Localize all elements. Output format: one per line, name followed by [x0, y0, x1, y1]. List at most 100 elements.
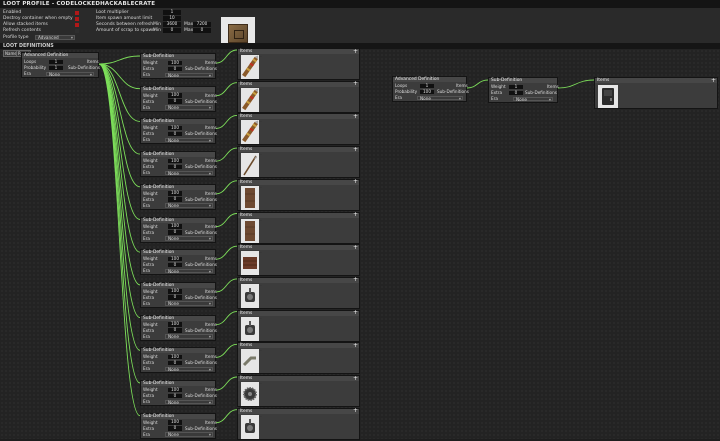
remove-item-icon[interactable]: –	[259, 315, 262, 321]
weight-input[interactable]: 100	[168, 420, 182, 425]
era-select[interactable]: None	[165, 170, 213, 176]
weight-input[interactable]: 100	[168, 387, 182, 392]
turret-icon[interactable]: –	[241, 282, 262, 308]
extra-input[interactable]: 0	[168, 66, 182, 71]
items-node[interactable]: Items + –	[237, 407, 360, 440]
era-select[interactable]: None	[165, 203, 213, 208]
refresh-min-input[interactable]: 3600	[163, 21, 181, 27]
destroy-when-empty-checkbox[interactable]	[75, 16, 79, 21]
probability-input[interactable]: 1	[49, 65, 63, 70]
add-item-icon[interactable]: +	[353, 408, 358, 414]
weight-input[interactable]: 1	[509, 84, 523, 89]
remove-item-icon[interactable]: –	[259, 152, 262, 158]
profile-type-select[interactable]: Advanced	[35, 35, 75, 40]
barricade-icon[interactable]: –	[241, 250, 262, 276]
items-node[interactable]: Items + –	[237, 342, 360, 375]
add-item-icon[interactable]: +	[353, 48, 358, 54]
add-item-icon[interactable]: +	[353, 146, 358, 152]
allow-stacked-checkbox[interactable]	[75, 22, 79, 27]
remove-item-icon[interactable]: –	[259, 413, 262, 419]
rocket-icon[interactable]: –	[241, 119, 262, 145]
extra-input[interactable]: 0	[168, 360, 182, 366]
weight-input[interactable]: 100	[168, 223, 182, 229]
remove-item-icon[interactable]: –	[259, 282, 262, 288]
era-select[interactable]: None	[165, 72, 213, 77]
loops-input[interactable]: 1	[49, 59, 63, 64]
probability-input[interactable]: 100	[420, 89, 434, 94]
sub-definition-node[interactable]: Sub-Definition Weight 100 Items Extra 0 …	[140, 412, 217, 439]
scrap-min-input[interactable]: 0	[163, 27, 181, 33]
extra-input[interactable]: 0	[168, 164, 182, 170]
era-select[interactable]: None	[165, 432, 213, 437]
era-select[interactable]: None	[513, 96, 553, 101]
extra-input[interactable]: 0	[168, 131, 182, 137]
remove-item-icon[interactable]: –	[259, 86, 262, 92]
weight-input[interactable]: 100	[168, 354, 182, 360]
items-node[interactable]: Items + –	[237, 244, 360, 277]
items-node[interactable]: Items + –	[237, 48, 360, 80]
remove-item-icon[interactable]: –	[259, 381, 262, 387]
rocket-icon[interactable]: –	[241, 86, 262, 112]
items-node[interactable]: Items + –	[237, 309, 360, 342]
extra-input[interactable]: 0	[168, 295, 182, 300]
extra-input[interactable]: 0	[168, 426, 182, 431]
add-item-icon[interactable]: +	[353, 277, 358, 283]
remove-item-icon[interactable]: –	[259, 250, 262, 256]
remove-item-icon[interactable]: –	[259, 54, 262, 60]
sub-definition-node[interactable]: Sub-Definition Weight 100 Items Extra 0 …	[140, 347, 217, 374]
items-node[interactable]: Items + –	[237, 113, 360, 146]
items-node-2[interactable]: Items +	[594, 77, 718, 109]
sub-definition-node[interactable]: Sub-Definition Weight 100 Items Extra 0 …	[140, 118, 217, 145]
extra-input[interactable]: 0	[168, 99, 182, 104]
weight-input[interactable]: 100	[168, 289, 182, 294]
sub-definition-node-2[interactable]: Sub-Definition Weight 1 Items Extra 0 Su…	[488, 77, 559, 103]
sub-definition-node[interactable]: Sub-Definition Weight 100 Items Extra 0 …	[140, 216, 217, 243]
gear-icon[interactable]: –	[241, 381, 262, 406]
weight-input[interactable]: 100	[168, 158, 182, 164]
add-item-icon[interactable]: +	[353, 244, 358, 250]
extra-input[interactable]: 0	[509, 90, 523, 95]
weight-input[interactable]: 100	[168, 93, 182, 98]
add-item-icon[interactable]: +	[353, 310, 358, 316]
era-select[interactable]: None	[165, 399, 213, 404]
advanced-definition-node-2[interactable]: Advanced Definition Loops 1 Items Probab…	[392, 76, 469, 102]
weight-input[interactable]: 100	[168, 256, 182, 262]
weight-input[interactable]: 100	[168, 60, 182, 65]
sub-definition-node[interactable]: Sub-Definition Weight 100 Items Extra 0 …	[140, 249, 217, 276]
extra-input[interactable]: 0	[168, 262, 182, 268]
add-item-icon[interactable]: +	[353, 212, 358, 218]
extra-input[interactable]: 0	[168, 197, 182, 202]
sub-definition-node[interactable]: Sub-Definition Weight 100 Items Extra 0 …	[140, 183, 217, 210]
wood-door-icon[interactable]: –	[241, 184, 262, 210]
armor-door-icon[interactable]	[598, 85, 618, 108]
era-select[interactable]: None	[165, 334, 213, 339]
era-select[interactable]: None	[165, 137, 213, 143]
wood-door-icon[interactable]: –	[241, 217, 262, 243]
add-item-icon[interactable]: +	[353, 342, 358, 348]
add-item-icon[interactable]: +	[353, 113, 358, 119]
sub-definition-node[interactable]: Sub-Definition Weight 100 Items Extra 0 …	[140, 314, 217, 341]
era-select[interactable]: None	[417, 95, 463, 100]
add-item-icon[interactable]: +	[711, 77, 716, 83]
weight-input[interactable]: 100	[168, 322, 182, 327]
loops-input[interactable]: 1	[420, 83, 434, 88]
remove-item-icon[interactable]: –	[259, 217, 262, 223]
root-advanced-definition-node[interactable]: Advanced Definition Loops 1 Probability …	[21, 52, 100, 78]
add-item-icon[interactable]: +	[353, 179, 358, 185]
items-node[interactable]: Items + –	[237, 276, 360, 309]
sub-definition-node[interactable]: Sub-Definition Weight 100 Items Extra 0 …	[140, 151, 217, 178]
era-select[interactable]: None	[165, 105, 213, 110]
items-node[interactable]: Items + –	[237, 146, 360, 179]
remove-item-icon[interactable]: –	[259, 348, 262, 354]
sub-definition-node[interactable]: Sub-Definition Weight 100 Items Extra 0 …	[140, 53, 217, 79]
spear-icon[interactable]: –	[241, 152, 262, 178]
era-select[interactable]: None	[165, 366, 213, 372]
turret-icon[interactable]: –	[241, 413, 262, 439]
enabled-checkbox[interactable]	[75, 10, 79, 15]
scrap-max-input[interactable]: 0	[193, 27, 211, 33]
remove-item-icon[interactable]: –	[259, 119, 262, 125]
era-select[interactable]: None	[165, 236, 213, 241]
add-item-icon[interactable]: +	[353, 81, 358, 87]
rocket-icon[interactable]: –	[241, 54, 262, 79]
sub-definition-node[interactable]: Sub-Definition Weight 100 Items Extra 0 …	[140, 281, 217, 308]
